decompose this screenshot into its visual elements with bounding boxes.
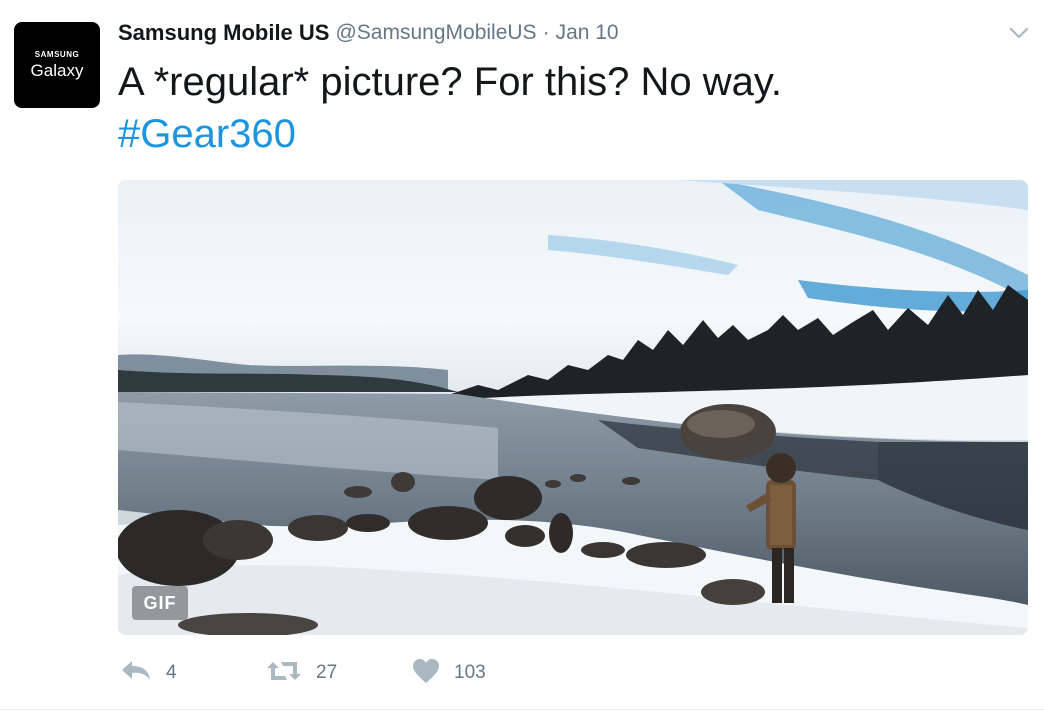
like-count: 103: [454, 662, 486, 683]
hashtag-link[interactable]: #Gear360: [118, 108, 1018, 160]
header-separator: ·: [542, 21, 550, 44]
tweet-body: A *regular* picture? For this? No way.: [118, 60, 783, 104]
author-handle[interactable]: @SamsungMobileUS: [335, 21, 536, 45]
heart-icon: [412, 658, 440, 689]
tweet-header: Samsung Mobile US @SamsungMobileUS · Jan…: [118, 19, 619, 47]
avatar[interactable]: SAMSUNG Galaxy: [14, 22, 100, 108]
retweet-button[interactable]: 27: [266, 659, 412, 688]
winter-lake-image: [118, 180, 1028, 635]
tweet-media-gif[interactable]: GIF: [118, 180, 1028, 635]
tweet-card[interactable]: SAMSUNG Galaxy Samsung Mobile US @Samsun…: [0, 0, 1044, 712]
gif-badge: GIF: [132, 586, 188, 620]
avatar-brand-top: SAMSUNG: [34, 49, 80, 59]
retweet-count: 27: [316, 662, 338, 683]
reply-button[interactable]: 4: [120, 659, 266, 688]
reply-count: 4: [166, 662, 177, 683]
avatar-brand-bottom: Galaxy: [30, 60, 84, 80]
tweet-divider: [0, 709, 1044, 710]
retweet-icon: [266, 659, 302, 688]
chevron-down-icon[interactable]: [1008, 22, 1030, 44]
reply-icon: [120, 659, 152, 688]
author-display-name[interactable]: Samsung Mobile US: [118, 20, 329, 46]
like-button[interactable]: 103: [412, 658, 486, 689]
tweet-actions: 4 27 103: [120, 656, 486, 690]
tweet-text: A *regular* picture? For this? No way. #…: [118, 56, 1018, 160]
tweet-timestamp[interactable]: Jan 10: [556, 21, 619, 45]
